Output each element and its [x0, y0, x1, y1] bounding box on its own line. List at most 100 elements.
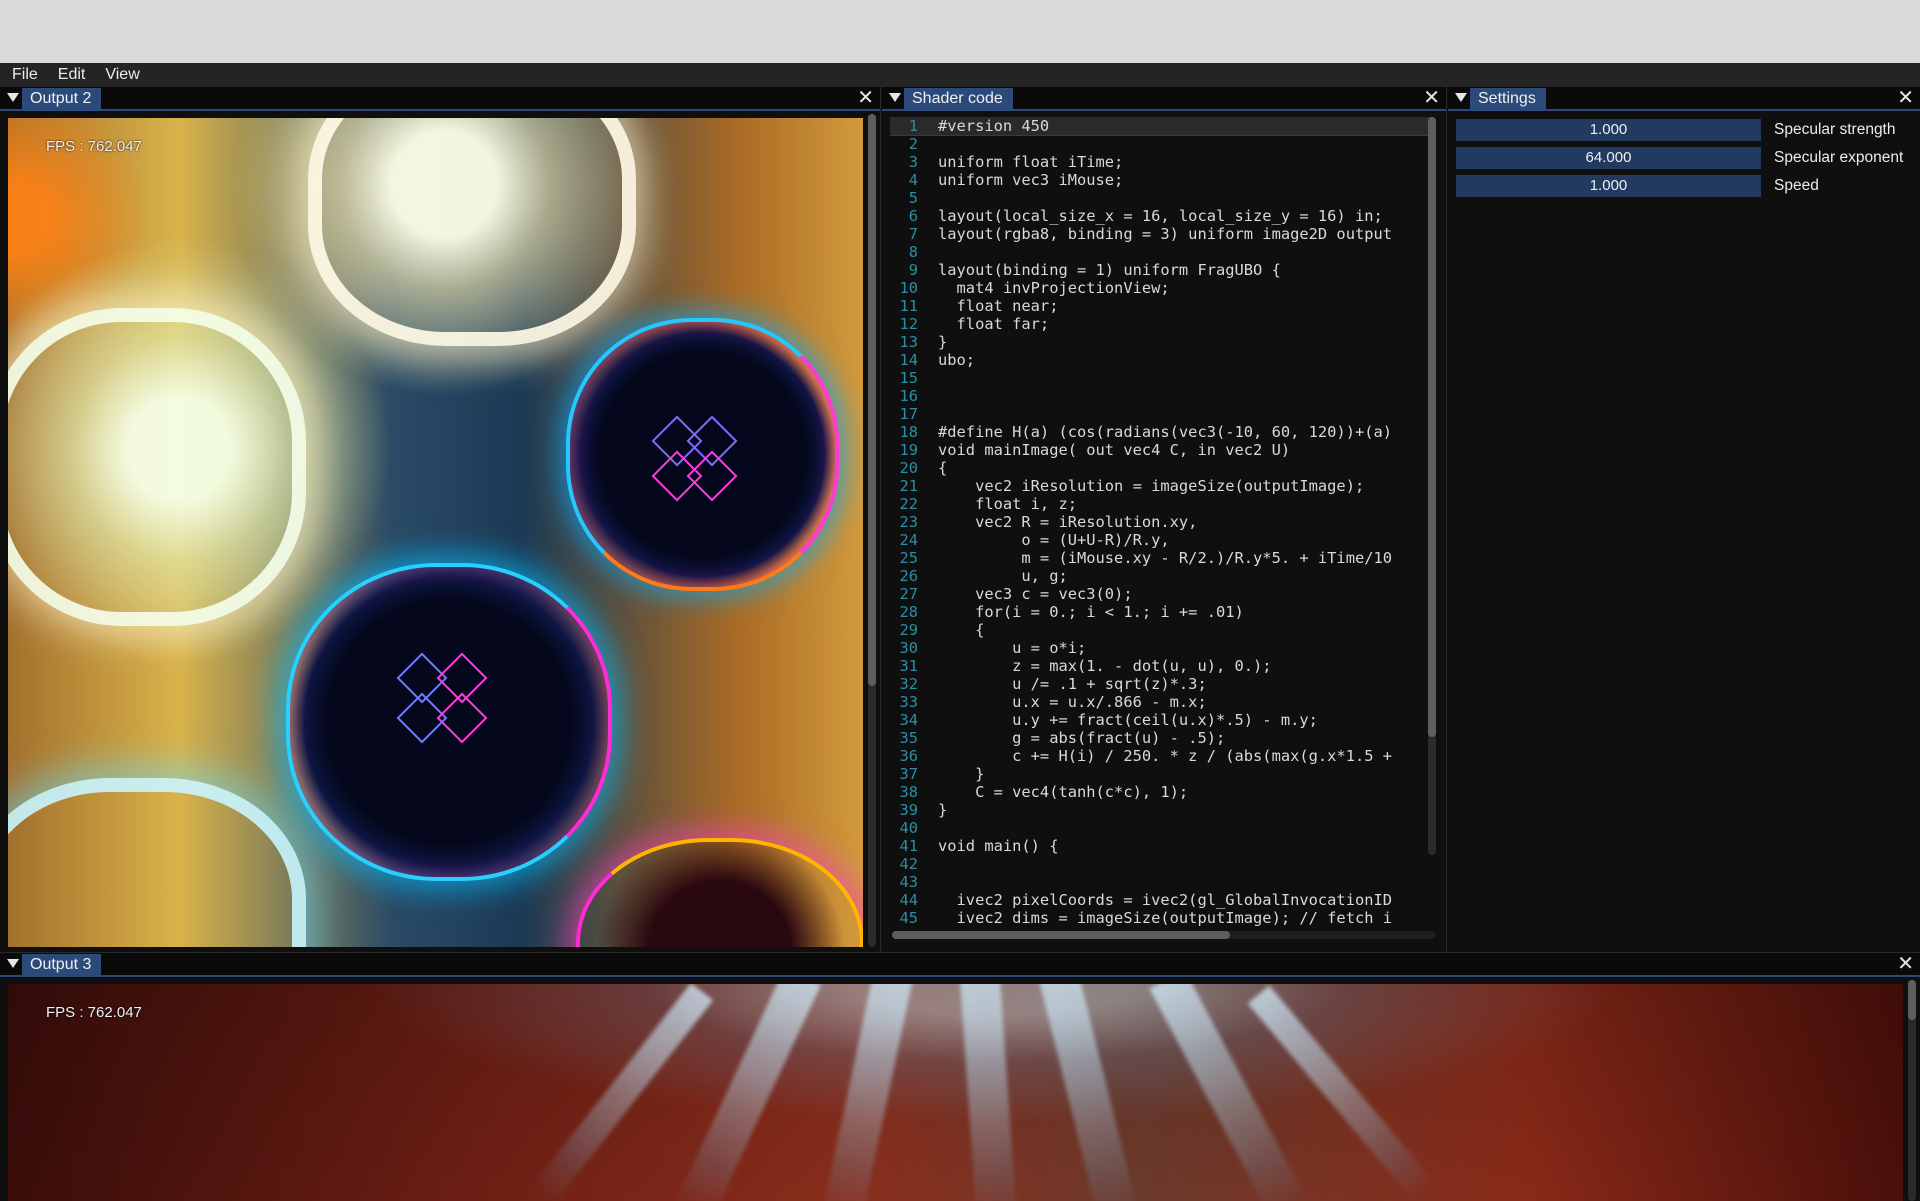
tab-output2[interactable]: Output 2	[22, 88, 102, 109]
collapse-arrow-icon[interactable]	[7, 93, 19, 102]
light-beam	[530, 984, 714, 1201]
code-line[interactable]: 35 g = abs(fract(u) - .5);	[890, 729, 1434, 747]
scrollbar-thumb[interactable]	[892, 931, 1230, 939]
menu-view[interactable]: View	[93, 66, 147, 84]
code-text: #version 450	[938, 117, 1050, 135]
speed-slider[interactable]: 1.000	[1456, 175, 1761, 197]
shader-code-header: Shader code ✕	[882, 87, 1446, 111]
code-text: g = abs(fract(u) - .5);	[938, 729, 1226, 747]
line-number: 32	[899, 675, 918, 693]
scrollbar-thumb[interactable]	[868, 114, 876, 686]
specular-strength-slider[interactable]: 1.000	[1456, 119, 1761, 141]
tab-output3[interactable]: Output 3	[22, 954, 102, 975]
code-line[interactable]: 5	[890, 189, 1434, 207]
code-line[interactable]: 19 void mainImage( out vec4 C, in vec2 U)	[890, 441, 1434, 459]
close-icon[interactable]: ✕	[1423, 87, 1440, 109]
menu-edit[interactable]: Edit	[46, 66, 94, 84]
code-text: u /= .1 + sqrt(z)*.3;	[938, 675, 1207, 693]
code-line[interactable]: 11 float near;	[890, 297, 1434, 315]
code-line[interactable]: 23 vec2 R = iResolution.xy,	[890, 513, 1434, 531]
code-line[interactable]: 25 m = (iMouse.xy - R/2.)/R.y*5. + iTime…	[890, 549, 1434, 567]
code-text: layout(local_size_x = 16, local_size_y =…	[938, 207, 1383, 225]
code-line[interactable]: 2	[890, 135, 1434, 153]
code-editor[interactable]: 1 #version 450 2 3 uniform float iTime; 4 unif…	[890, 117, 1434, 929]
menubar: File Edit View	[0, 63, 1920, 87]
line-number: 8	[908, 243, 918, 261]
line-number: 4	[908, 171, 918, 189]
code-line[interactable]: 37 }	[890, 765, 1434, 783]
code-text: uniform vec3 iMouse;	[938, 171, 1124, 189]
code-line[interactable]: 7 layout(rgba8, binding = 3) uniform imag…	[890, 225, 1434, 243]
code-line[interactable]: 17	[890, 405, 1434, 423]
code-line[interactable]: 20 {	[890, 459, 1434, 477]
menu-file[interactable]: File	[0, 66, 46, 84]
code-line[interactable]: 13}	[890, 333, 1434, 351]
tab-settings[interactable]: Settings	[1470, 88, 1546, 109]
code-line[interactable]: 8	[890, 243, 1434, 261]
code-line[interactable]: 3 uniform float iTime;	[890, 153, 1434, 171]
code-line[interactable]: 44 ivec2 pixelCoords = ivec2(gl_GlobalIn…	[890, 891, 1434, 909]
code-vertical-scrollbar[interactable]	[1428, 117, 1436, 855]
code-line[interactable]: 22 float i, z;	[890, 495, 1434, 513]
output3-scrollbar[interactable]	[1908, 980, 1916, 1201]
code-line[interactable]: 38 C = vec4(tanh(c*c), 1);	[890, 783, 1434, 801]
line-number: 25	[899, 549, 918, 567]
code-line[interactable]: 1 #version 450	[890, 117, 1434, 136]
code-line[interactable]: 6 layout(local_size_x = 16, local_size_y …	[890, 207, 1434, 225]
output2-render-viewport[interactable]: FPS : 762.047	[8, 118, 863, 947]
collapse-arrow-icon[interactable]	[1455, 93, 1467, 102]
code-line[interactable]: 32 u /= .1 + sqrt(z)*.3;	[890, 675, 1434, 693]
line-number: 34	[899, 711, 918, 729]
code-line[interactable]: 45 ivec2 dims = imageSize(outputImage); …	[890, 909, 1434, 927]
code-line[interactable]: 33 u.x = u.x/.866 - m.x;	[890, 693, 1434, 711]
output3-render-viewport[interactable]: FPS : 762.047	[8, 984, 1903, 1201]
code-line[interactable]: 10 mat4 invProjectionView;	[890, 279, 1434, 297]
code-text: vec2 R = iResolution.xy,	[938, 513, 1198, 531]
glow-shape	[8, 308, 306, 626]
tab-shader-code[interactable]: Shader code	[904, 88, 1013, 109]
code-line[interactable]: 14 ubo;	[890, 351, 1434, 369]
collapse-arrow-icon[interactable]	[7, 959, 19, 968]
code-line[interactable]: 12 float far;	[890, 315, 1434, 333]
code-line[interactable]: 40	[890, 819, 1434, 837]
glow-shape	[308, 118, 636, 346]
code-line[interactable]: 27 vec3 c = vec3(0);	[890, 585, 1434, 603]
settings-header: Settings ✕	[1448, 87, 1920, 111]
code-line[interactable]: 4 uniform vec3 iMouse;	[890, 171, 1434, 189]
code-line[interactable]: 29 {	[890, 621, 1434, 639]
fps-counter: FPS : 762.047	[46, 138, 142, 155]
code-line[interactable]: 15	[890, 369, 1434, 387]
code-text: #define H(a) (cos(radians(vec3(-10, 60, …	[938, 423, 1393, 441]
scrollbar-thumb[interactable]	[1908, 980, 1916, 1020]
line-number: 33	[899, 693, 918, 711]
specular-exponent-slider[interactable]: 64.000	[1456, 147, 1761, 169]
code-line[interactable]: 34 u.y += fract(ceil(u.x)*.5) - m.y;	[890, 711, 1434, 729]
line-number: 17	[899, 405, 918, 423]
close-icon[interactable]: ✕	[857, 87, 874, 109]
code-horizontal-scrollbar[interactable]	[892, 931, 1436, 939]
code-line[interactable]: 28 for(i = 0.; i < 1.; i += .01)	[890, 603, 1434, 621]
close-icon[interactable]: ✕	[1897, 87, 1914, 109]
code-line[interactable]: 42	[890, 855, 1434, 873]
code-line[interactable]: 31 z = max(1. - dot(u, u), 0.);	[890, 657, 1434, 675]
code-line[interactable]: 43	[890, 873, 1434, 891]
code-line[interactable]: 21 vec2 iResolution = imageSize(outputIm…	[890, 477, 1434, 495]
line-number: 19	[899, 441, 918, 459]
code-line[interactable]: 9 layout(binding = 1) uniform FragUBO {	[890, 261, 1434, 279]
code-line[interactable]: 30 u = o*i;	[890, 639, 1434, 657]
code-text: u.x = u.x/.866 - m.x;	[938, 693, 1207, 711]
code-line[interactable]: 18 #define H(a) (cos(radians(vec3(-10, 60…	[890, 423, 1434, 441]
collapse-arrow-icon[interactable]	[889, 93, 901, 102]
scrollbar-thumb[interactable]	[1428, 117, 1436, 737]
line-number: 12	[899, 315, 918, 333]
line-number: 14	[899, 351, 918, 369]
code-line[interactable]: 41 void main() {	[890, 837, 1434, 855]
code-line[interactable]: 39}	[890, 801, 1434, 819]
close-icon[interactable]: ✕	[1897, 953, 1914, 975]
output2-scrollbar[interactable]	[868, 114, 876, 947]
specular-exponent-label: Specular exponent	[1774, 149, 1904, 166]
code-line[interactable]: 36 c += H(i) / 250. * z / (abs(max(g.x*1…	[890, 747, 1434, 765]
code-line[interactable]: 24 o = (U+U-R)/R.y,	[890, 531, 1434, 549]
code-line[interactable]: 16	[890, 387, 1434, 405]
code-line[interactable]: 26 u, g;	[890, 567, 1434, 585]
